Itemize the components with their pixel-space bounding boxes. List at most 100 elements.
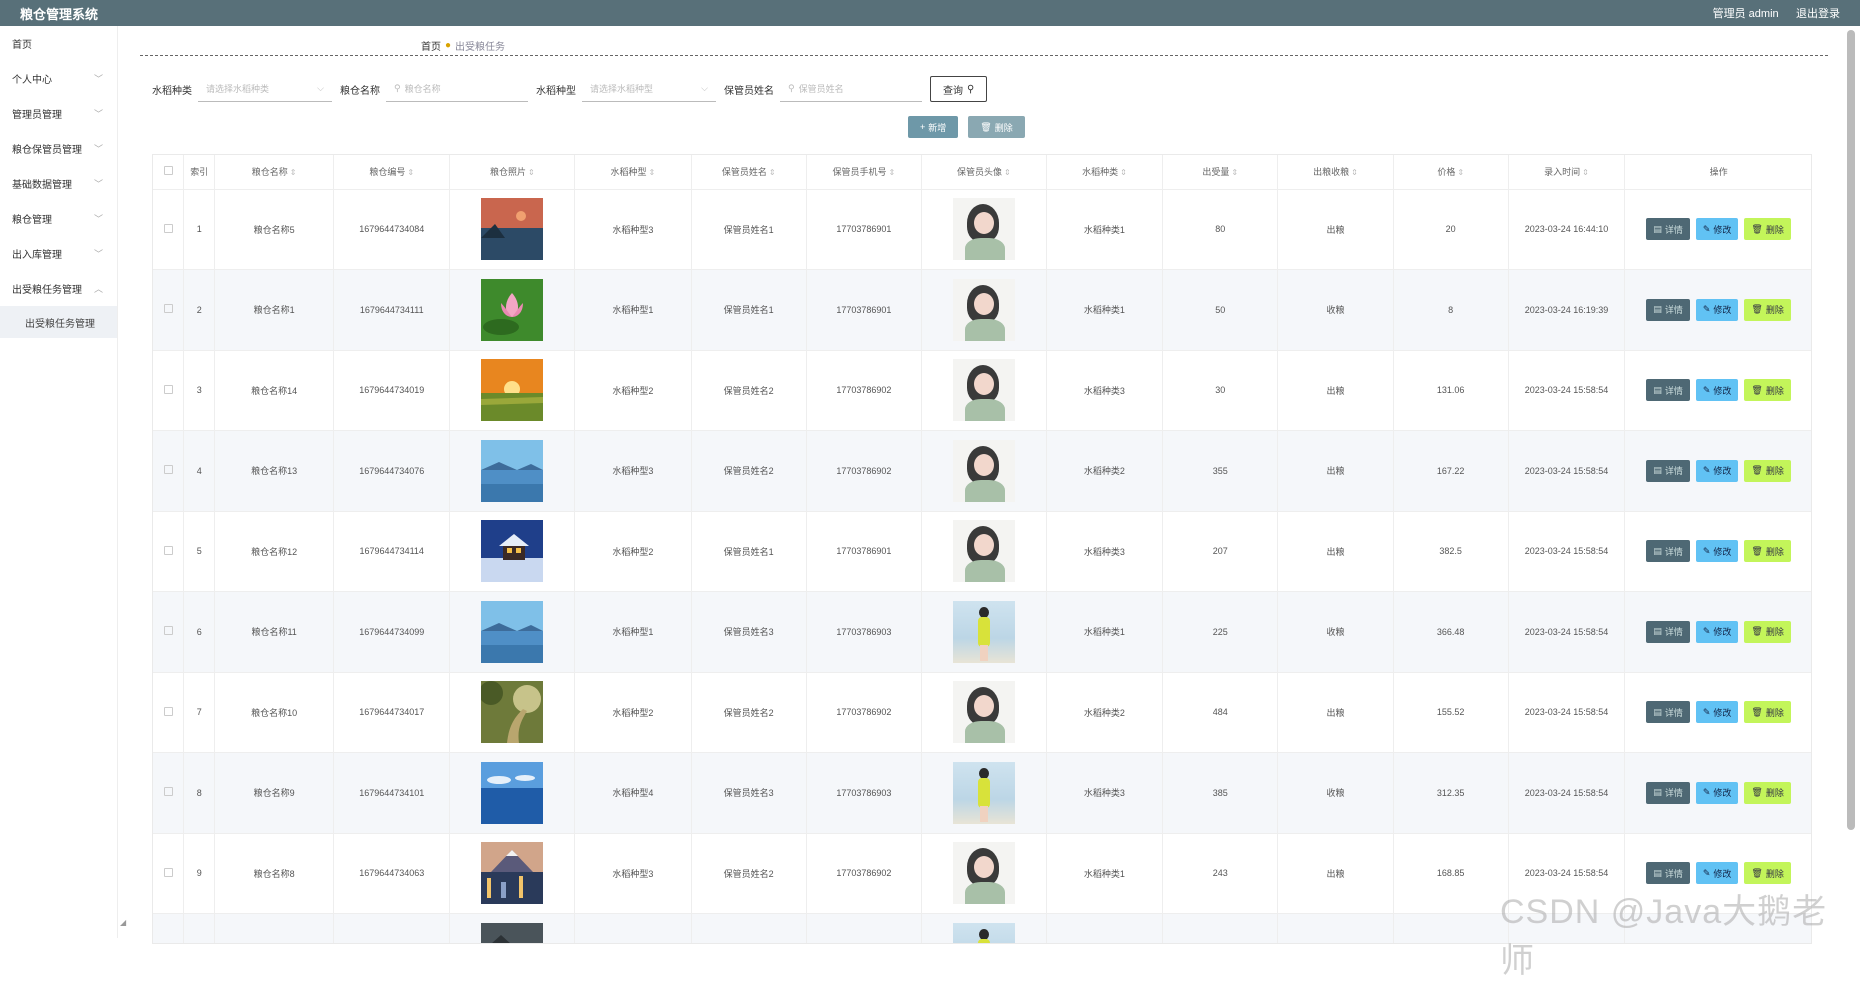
sort-icon[interactable]: ⇕ <box>1231 168 1238 177</box>
scrollbar-thumb[interactable] <box>1847 30 1855 830</box>
table-row[interactable]: 4 粮仓名称13 1679644734076 水稻种型3 保管员姓名2 177037869… <box>153 430 1811 512</box>
column-header[interactable]: 保管员姓名 ⇕ <box>691 155 807 190</box>
column-header[interactable]: 粮仓照片 ⇕ <box>449 155 576 190</box>
row-checkbox[interactable] <box>163 706 173 716</box>
detail-button[interactable]: ▤ 详情 <box>1646 218 1690 241</box>
sort-icon[interactable]: ⇕ <box>889 168 896 177</box>
granary-photo[interactable] <box>481 520 544 583</box>
delete-button[interactable]: 🗑 删除 <box>1744 540 1791 563</box>
granary-photo[interactable] <box>481 439 544 502</box>
edit-button[interactable]: ✎ 修改 <box>1695 781 1739 804</box>
sort-icon[interactable]: ⇕ <box>1004 168 1011 177</box>
column-header[interactable]: 水稻种类 ⇕ <box>1046 155 1164 190</box>
sidebar-item-3[interactable]: 粮仓保管员管理 ﹀ <box>0 131 117 166</box>
avatar[interactable] <box>952 922 1015 943</box>
sort-icon[interactable]: ⇕ <box>1582 168 1589 177</box>
table-row[interactable]: 7 粮仓名称10 1679644734017 水稻种型2 保管员姓名2 177037869… <box>153 672 1811 753</box>
granary-photo[interactable] <box>479 681 544 744</box>
row-checkbox[interactable] <box>163 545 173 555</box>
avatar[interactable] <box>952 681 1015 744</box>
sort-icon[interactable]: ⇕ <box>649 168 656 177</box>
table-row[interactable]: 8 粮仓名称9 1679644734101 水稻种型4 保管员姓名3 1770378690… <box>153 752 1811 834</box>
sidebar-item-2[interactable]: 管理员管理 ﹀ <box>0 96 117 131</box>
sidebar-collapse-icon[interactable]: ◢ <box>120 918 126 927</box>
edit-button[interactable]: ✎ 修改 <box>1695 218 1739 241</box>
column-header[interactable]: 出粮收粮 ⇕ <box>1277 155 1394 190</box>
detail-button[interactable]: ▤ 详情 <box>1646 781 1690 804</box>
edit-button[interactable]: ✎ 修改 <box>1695 459 1739 482</box>
delete-button[interactable]: 🗑 删除 <box>1744 620 1791 643</box>
edit-button[interactable]: ✎ 修改 <box>1695 701 1739 724</box>
delete-button[interactable]: 🗑 删除 <box>1744 459 1791 482</box>
granary-photo[interactable] <box>481 198 544 261</box>
detail-button[interactable]: ▤ 详情 <box>1646 620 1690 643</box>
sidebar-item-0[interactable]: 首页 <box>0 26 117 61</box>
avatar[interactable] <box>952 359 1015 422</box>
granary-photo[interactable] <box>481 761 544 824</box>
avatar[interactable] <box>952 520 1015 583</box>
avatar[interactable] <box>952 600 1015 663</box>
column-header[interactable]: 录入时间 ⇕ <box>1508 155 1626 190</box>
sort-icon[interactable]: ⇕ <box>528 168 535 177</box>
detail-button[interactable]: ▤ 详情 <box>1646 540 1690 563</box>
sort-icon[interactable]: ⇕ <box>1120 168 1127 177</box>
add-button[interactable]: + 新增 <box>908 116 959 138</box>
row-checkbox[interactable] <box>163 626 173 636</box>
granary-photo[interactable] <box>481 922 544 943</box>
keeper-name-input[interactable]: ⚲ 保管员姓名 <box>780 76 922 102</box>
row-checkbox[interactable] <box>163 867 173 877</box>
delete-button[interactable]: 🗑 删除 <box>1744 298 1791 321</box>
column-header[interactable]: 粮仓名称 ⇕ <box>214 155 335 190</box>
sidebar-item-6[interactable]: 出入库管理 ﹀ <box>0 236 117 271</box>
edit-button[interactable]: ✎ 修改 <box>1695 620 1739 643</box>
sort-icon[interactable]: ⇕ <box>407 168 414 177</box>
table-row[interactable]: 3 粮仓名称14 1679644734019 水稻种型2 保管员姓名2 177037869… <box>153 350 1811 431</box>
sort-icon[interactable]: ⇕ <box>290 168 297 177</box>
table-row[interactable]: 5 粮仓名称12 1679644734114 水稻种型2 保管员姓名1 177037869… <box>153 511 1811 592</box>
detail-button[interactable]: ▤ 详情 <box>1646 862 1690 885</box>
rice-kind-select[interactable]: 请选择水稻种类 ⌵ <box>198 76 332 102</box>
delete-button[interactable]: 🗑 删除 <box>1744 701 1791 724</box>
row-checkbox[interactable] <box>163 465 173 475</box>
sort-icon[interactable]: ⇕ <box>1351 168 1358 177</box>
delete-button[interactable]: 🗑 删除 <box>1744 218 1791 241</box>
row-checkbox[interactable] <box>163 787 173 797</box>
detail-button[interactable]: ▤ 详情 <box>1646 298 1690 321</box>
breadcrumb-home[interactable]: 首页 <box>421 38 441 53</box>
sidebar-subitem-task[interactable]: 出受粮任务管理 <box>0 306 117 338</box>
edit-button[interactable]: ✎ 修改 <box>1695 379 1739 402</box>
sidebar-item-7[interactable]: 出受粮任务管理 ︿ <box>0 271 117 306</box>
detail-button[interactable]: ▤ 详情 <box>1646 379 1690 402</box>
batch-delete-button[interactable]: 🗑 删除 <box>968 116 1025 138</box>
column-header[interactable]: 保管员头像 ⇕ <box>921 155 1047 190</box>
detail-button[interactable]: ▤ 详情 <box>1646 701 1690 724</box>
column-header[interactable]: 粮仓编号 ⇕ <box>333 155 451 190</box>
avatar[interactable] <box>952 198 1015 261</box>
sidebar-item-5[interactable]: 粮仓管理 ﹀ <box>0 201 117 236</box>
edit-button[interactable]: ✎ 修改 <box>1695 862 1739 885</box>
avatar[interactable] <box>952 761 1015 824</box>
column-header[interactable]: 保管员手机号 ⇕ <box>806 155 923 190</box>
granary-name-input[interactable]: ⚲ 粮仓名称 <box>386 76 528 102</box>
sidebar-item-1[interactable]: 个人中心 ﹀ <box>0 61 117 96</box>
delete-button[interactable]: 🗑 删除 <box>1744 781 1791 804</box>
sort-icon[interactable]: ⇕ <box>1457 168 1464 177</box>
sidebar-item-4[interactable]: 基础数据管理 ﹀ <box>0 166 117 201</box>
column-header[interactable]: 价格 ⇕ <box>1393 155 1509 190</box>
edit-button[interactable]: ✎ 修改 <box>1695 298 1739 321</box>
row-checkbox[interactable] <box>163 304 173 314</box>
granary-photo[interactable] <box>481 359 544 422</box>
column-header[interactable]: 水稻种型 ⇕ <box>574 155 692 190</box>
rice-type-select[interactable]: 请选择水稻种型 ⌵ <box>582 76 716 102</box>
table-row[interactable]: 2 粮仓名称1 1679644734111 水稻种型1 保管员姓名1 1770378690… <box>153 269 1811 351</box>
page-scrollbar[interactable] <box>1844 26 1858 836</box>
granary-photo[interactable] <box>481 600 544 663</box>
row-checkbox[interactable] <box>163 384 173 394</box>
select-all-checkbox[interactable] <box>163 166 173 176</box>
sort-icon[interactable]: ⇕ <box>769 168 776 177</box>
granary-photo[interactable] <box>481 842 544 905</box>
table-row[interactable]: 1 粮仓名称5 1679644734084 水稻种型3 保管员姓名1 1770378690… <box>153 189 1811 270</box>
detail-button[interactable]: ▤ 详情 <box>1646 459 1690 482</box>
column-header[interactable]: 出受量 ⇕ <box>1162 155 1279 190</box>
delete-button[interactable]: 🗑 删除 <box>1744 379 1791 402</box>
